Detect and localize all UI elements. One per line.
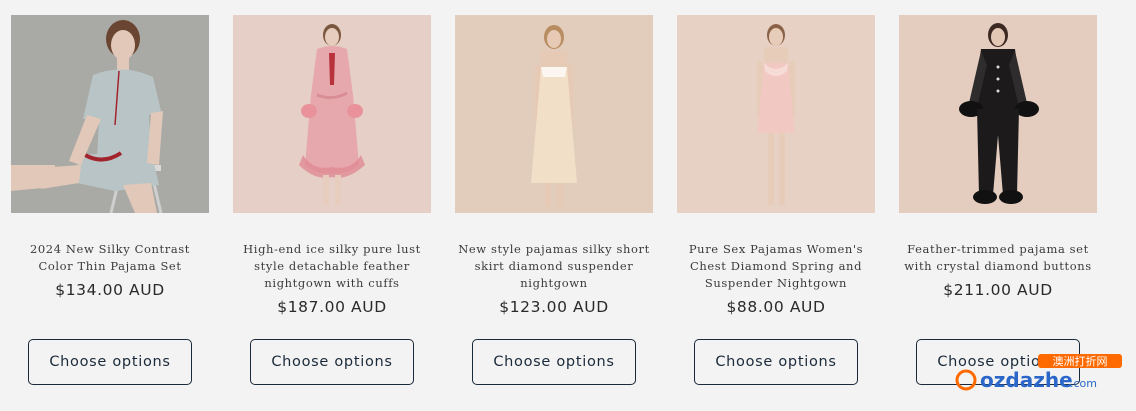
product-card: High-end ice silky pure lust style detac… [233, 15, 431, 390]
product-title[interactable]: High-end ice silky pure lust style detac… [233, 241, 431, 292]
product-price: $88.00 AUD [726, 298, 826, 316]
product-image[interactable] [455, 15, 653, 213]
product-card: New style pajamas silky short skirt diam… [455, 15, 653, 390]
product-image[interactable] [233, 15, 431, 213]
product-card: Pure Sex Pajamas Women's Chest Diamond S… [677, 15, 875, 390]
product-photo [11, 15, 209, 213]
product-price: $123.00 AUD [499, 298, 609, 316]
product-grid: 2024 New Silky Contrast Color Thin Pajam… [11, 15, 1097, 390]
product-title[interactable]: New style pajamas silky short skirt diam… [455, 241, 653, 292]
product-image[interactable] [11, 15, 209, 213]
product-photo [899, 15, 1097, 213]
product-title[interactable]: Pure Sex Pajamas Women's Chest Diamond S… [677, 241, 875, 292]
choose-options-button[interactable]: Choose options [916, 339, 1080, 385]
choose-options-button[interactable]: Choose options [250, 339, 414, 385]
product-image[interactable] [677, 15, 875, 213]
product-title[interactable]: Feather-trimmed pajama set with crystal … [899, 241, 1097, 275]
choose-options-button[interactable]: Choose options [472, 339, 636, 385]
product-price: $134.00 AUD [55, 281, 165, 299]
product-card: 2024 New Silky Contrast Color Thin Pajam… [11, 15, 209, 390]
product-price: $211.00 AUD [943, 281, 1053, 299]
product-card: Feather-trimmed pajama set with crystal … [899, 15, 1097, 390]
product-image[interactable] [899, 15, 1097, 213]
choose-options-button[interactable]: Choose options [694, 339, 858, 385]
product-price: $187.00 AUD [277, 298, 387, 316]
choose-options-button[interactable]: Choose options [28, 339, 192, 385]
product-photo [677, 15, 875, 213]
product-photo [233, 15, 431, 213]
product-photo [455, 15, 653, 213]
product-title[interactable]: 2024 New Silky Contrast Color Thin Pajam… [11, 241, 209, 275]
